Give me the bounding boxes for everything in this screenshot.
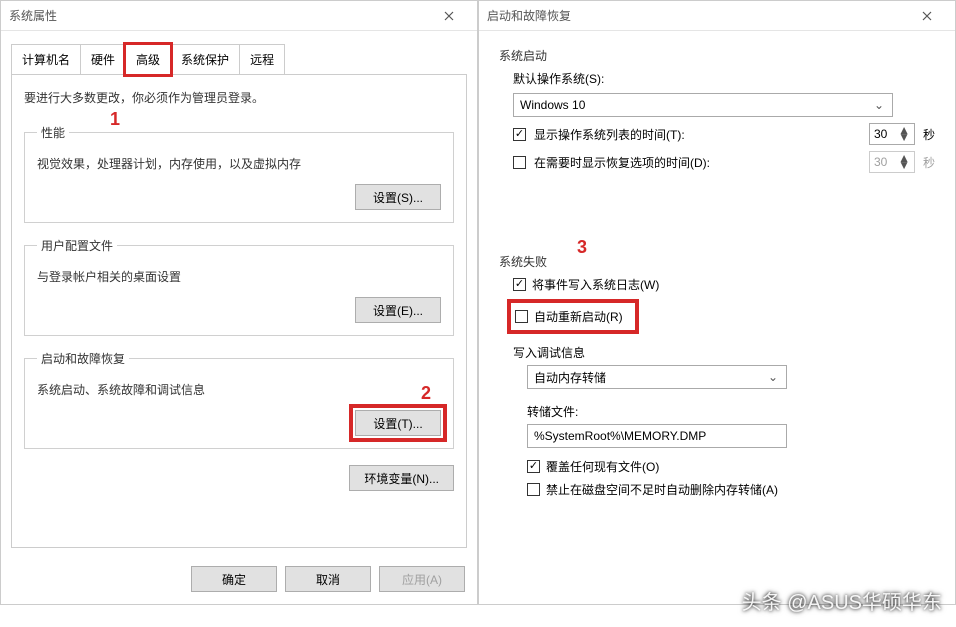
titlebar-right: 启动和故障恢复 xyxy=(479,1,955,31)
close-icon xyxy=(444,11,454,21)
overwrite-label: 覆盖任何现有文件(O) xyxy=(546,458,659,475)
advanced-panel: 要进行大多数更改，你必须作为管理员登录。 1 性能 视觉效果，处理器计划，内存使… xyxy=(11,74,467,548)
performance-legend: 性能 xyxy=(37,124,69,141)
user-profiles-desc: 与登录帐户相关的桌面设置 xyxy=(37,268,441,285)
performance-fieldset: 性能 视觉效果，处理器计划，内存使用，以及虚拟内存 设置(S)... xyxy=(24,124,454,223)
disable-auto-delete-label: 禁止在磁盘空间不足时自动删除内存转储(A) xyxy=(546,481,778,498)
startup-recovery-dialog: 启动和故障恢复 系统启动 默认操作系统(S): Windows 10 ⌄ 显示操… xyxy=(478,0,956,605)
show-recovery-seconds: 30 ▲▼ xyxy=(869,151,915,173)
dialog-title-right: 启动和故障恢复 xyxy=(487,7,907,24)
system-properties-dialog: 系统属性 计算机名 硬件 高级 系统保护 远程 要进行大多数更改，你必须作为管理… xyxy=(0,0,478,605)
spinner-arrows-icon: ▲▼ xyxy=(898,127,910,141)
default-os-select[interactable]: Windows 10 ⌄ xyxy=(513,93,893,117)
write-debug-label: 写入调试信息 xyxy=(513,344,935,361)
dump-type-select[interactable]: 自动内存转储 ⌄ xyxy=(527,365,787,389)
auto-restart-checkbox[interactable] xyxy=(515,310,528,323)
apply-button[interactable]: 应用(A) xyxy=(379,566,465,592)
titlebar-left: 系统属性 xyxy=(1,1,477,31)
tab-system-protection[interactable]: 系统保护 xyxy=(170,44,240,75)
close-button-left[interactable] xyxy=(429,2,469,30)
show-recovery-checkbox[interactable] xyxy=(513,156,526,169)
spinner-arrows-icon: ▲▼ xyxy=(898,155,910,169)
dump-file-input[interactable] xyxy=(527,424,787,448)
seconds-unit-2: 秒 xyxy=(923,154,935,171)
chevron-down-icon: ⌄ xyxy=(872,98,886,112)
write-event-label: 将事件写入系统日志(W) xyxy=(532,276,659,293)
show-os-list-label: 显示操作系统列表的时间(T): xyxy=(534,126,861,143)
seconds-unit: 秒 xyxy=(923,126,935,143)
dialog-title-left: 系统属性 xyxy=(9,7,429,24)
auto-restart-label: 自动重新启动(R) xyxy=(534,308,623,325)
tabs: 计算机名 硬件 高级 系统保护 远程 xyxy=(11,43,467,74)
ok-button[interactable]: 确定 xyxy=(191,566,277,592)
system-startup-section: 系统启动 默认操作系统(S): Windows 10 ⌄ 显示操作系统列表的时间… xyxy=(499,47,935,179)
show-recovery-label: 在需要时显示恢复选项的时间(D): xyxy=(534,154,861,171)
user-profiles-fieldset: 用户配置文件 与登录帐户相关的桌面设置 设置(E)... xyxy=(24,237,454,336)
system-failure-heading: 系统失败 xyxy=(499,253,935,270)
dump-type-value: 自动内存转储 xyxy=(534,369,606,386)
show-os-list-checkbox[interactable] xyxy=(513,128,526,141)
tab-computer-name[interactable]: 计算机名 xyxy=(11,44,81,75)
startup-recovery-legend: 启动和故障恢复 xyxy=(37,350,129,367)
tab-advanced[interactable]: 高级 xyxy=(125,44,171,75)
environment-variables-button[interactable]: 环境变量(N)... xyxy=(349,465,454,491)
annotation-3: 3 xyxy=(577,237,587,258)
close-button-right[interactable] xyxy=(907,2,947,30)
close-icon xyxy=(922,11,932,21)
default-os-value: Windows 10 xyxy=(520,98,585,112)
performance-desc: 视觉效果，处理器计划，内存使用，以及虚拟内存 xyxy=(37,155,441,172)
write-event-checkbox[interactable] xyxy=(513,278,526,291)
tab-remote[interactable]: 远程 xyxy=(239,44,285,75)
show-os-list-seconds[interactable]: 30 ▲▼ xyxy=(869,123,915,145)
chevron-down-icon: ⌄ xyxy=(766,370,780,384)
annotation-2: 2 xyxy=(421,383,431,404)
tab-hardware[interactable]: 硬件 xyxy=(80,44,126,75)
dialog-buttons-left: 确定 取消 应用(A) xyxy=(1,556,477,604)
dump-file-label: 转储文件: xyxy=(527,403,935,420)
admin-note: 要进行大多数更改，你必须作为管理员登录。 xyxy=(24,89,454,106)
system-startup-heading: 系统启动 xyxy=(499,47,935,64)
disable-auto-delete-checkbox[interactable] xyxy=(527,483,540,496)
cancel-button[interactable]: 取消 xyxy=(285,566,371,592)
performance-settings-button[interactable]: 设置(S)... xyxy=(355,184,441,210)
overwrite-checkbox[interactable] xyxy=(527,460,540,473)
startup-recovery-desc: 系统启动、系统故障和调试信息 xyxy=(37,381,441,398)
default-os-label: 默认操作系统(S): xyxy=(513,70,935,87)
user-profiles-settings-button[interactable]: 设置(E)... xyxy=(355,297,441,323)
system-failure-section: 3 系统失败 将事件写入系统日志(W) 自动重新启动(R) 写入调试信息 自动内… xyxy=(499,253,935,504)
startup-recovery-fieldset: 启动和故障恢复 系统启动、系统故障和调试信息 2 设置(T)... xyxy=(24,350,454,449)
user-profiles-legend: 用户配置文件 xyxy=(37,237,117,254)
startup-recovery-settings-button[interactable]: 设置(T)... xyxy=(355,410,441,436)
